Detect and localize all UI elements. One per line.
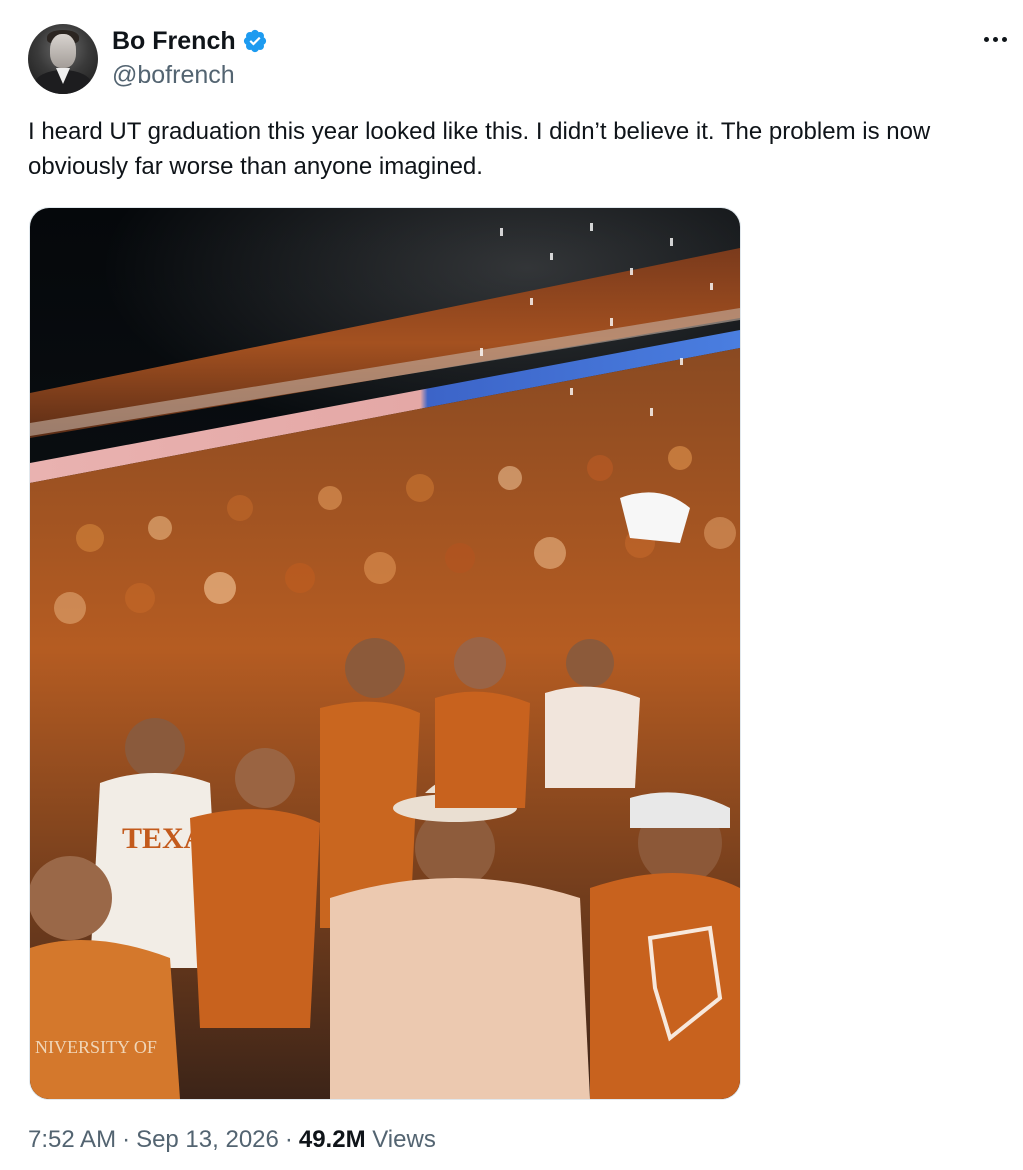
views-label: Views <box>372 1126 436 1153</box>
display-name[interactable]: Bo French <box>112 26 236 56</box>
tweet-meta: 7:52 AM · Sep 13, 2026 · 49.2M Views <box>28 1124 436 1156</box>
handle[interactable]: @bofrench <box>112 60 235 90</box>
verified-badge-icon <box>243 29 266 53</box>
tweet-text: I heard UT graduation this year looked l… <box>28 118 931 180</box>
more-options-button[interactable] <box>978 22 1012 56</box>
author-name-row: Bo French <box>112 26 268 56</box>
more-dot <box>992 36 998 42</box>
tweet-date[interactable]: Sep 13, 2026 <box>136 1126 279 1153</box>
more-horizontal-icon <box>983 36 989 42</box>
tweet-time[interactable]: 7:52 AM <box>28 1126 116 1153</box>
views-count: 49.2M <box>298 1126 366 1153</box>
tweet-photo[interactable]: TEXAS NIVERSITY OF <box>29 207 741 1100</box>
meta-separator: · <box>122 1126 131 1153</box>
more-dot <box>1001 36 1007 42</box>
meta-separator: · <box>284 1126 293 1153</box>
stadium-crowd-image: TEXAS NIVERSITY OF <box>30 208 740 1099</box>
avatar-face <box>50 34 76 68</box>
avatar[interactable] <box>28 24 98 94</box>
shirt-text-university: NIVERSITY OF <box>35 1037 157 1057</box>
